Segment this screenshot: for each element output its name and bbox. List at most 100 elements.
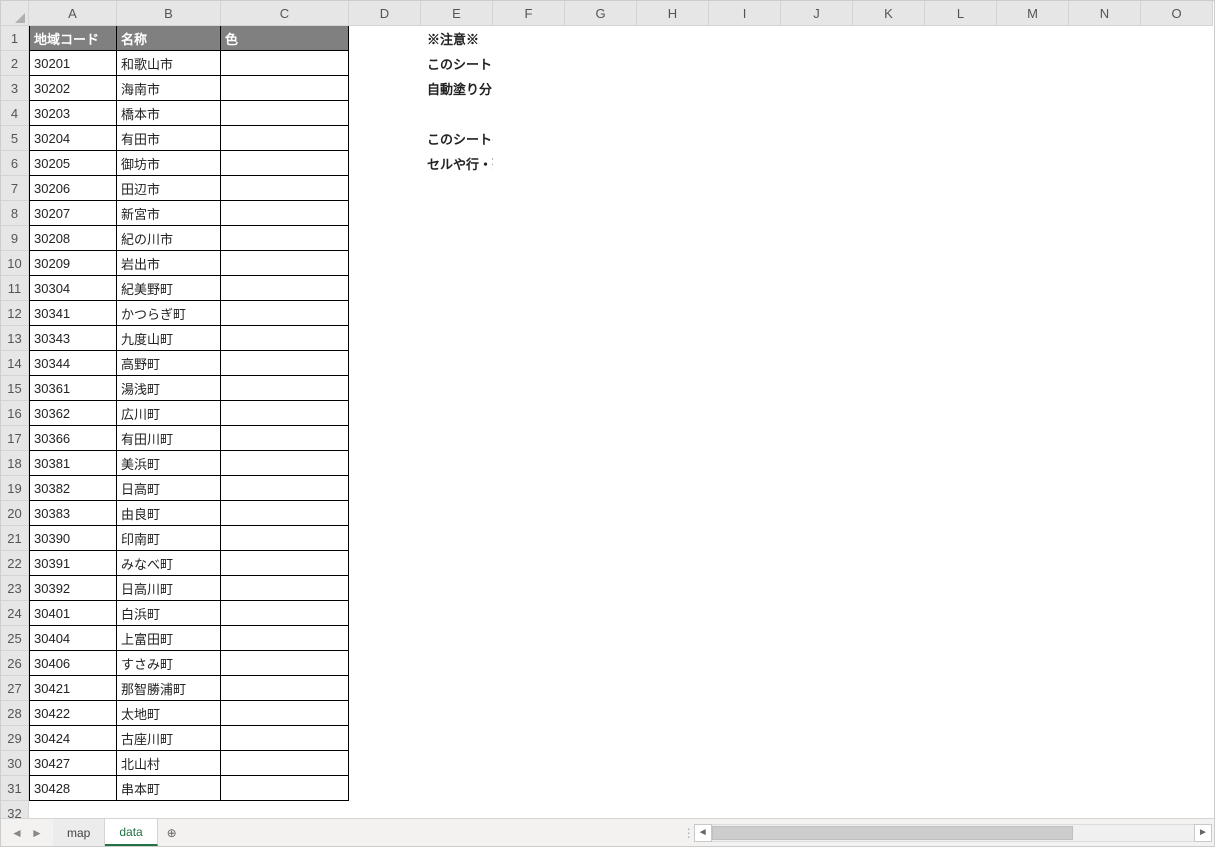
row-header-16[interactable]: 16 bbox=[1, 401, 29, 426]
cell-D25[interactable] bbox=[349, 626, 421, 651]
cell-K15[interactable] bbox=[853, 376, 925, 401]
cell-C11[interactable] bbox=[221, 276, 349, 301]
cell-E1[interactable]: ※注意※ bbox=[421, 26, 493, 51]
cell-L9[interactable] bbox=[925, 226, 997, 251]
cell-I20[interactable] bbox=[709, 501, 781, 526]
cell-B10[interactable]: 岩出市 bbox=[117, 251, 221, 276]
column-header-G[interactable]: G bbox=[565, 1, 637, 26]
cell-K29[interactable] bbox=[853, 726, 925, 751]
cell-G14[interactable] bbox=[565, 351, 637, 376]
cell-L6[interactable] bbox=[925, 151, 997, 176]
cell-D7[interactable] bbox=[349, 176, 421, 201]
row-header-25[interactable]: 25 bbox=[1, 626, 29, 651]
cell-H6[interactable] bbox=[637, 151, 709, 176]
cell-B15[interactable]: 湯浅町 bbox=[117, 376, 221, 401]
cell-E5[interactable]: このシートのセルを移動・追加・削除したり、行や列を追加・削除した場合、マクロが動… bbox=[421, 126, 493, 151]
row-header-26[interactable]: 26 bbox=[1, 651, 29, 676]
cell-J3[interactable] bbox=[781, 76, 853, 101]
cell-D9[interactable] bbox=[349, 226, 421, 251]
cell-N9[interactable] bbox=[1069, 226, 1141, 251]
row-header-5[interactable]: 5 bbox=[1, 126, 29, 151]
cell-A29[interactable]: 30424 bbox=[29, 726, 117, 751]
cell-J21[interactable] bbox=[781, 526, 853, 551]
cell-I21[interactable] bbox=[709, 526, 781, 551]
cell-M21[interactable] bbox=[997, 526, 1069, 551]
row-header-10[interactable]: 10 bbox=[1, 251, 29, 276]
cell-I24[interactable] bbox=[709, 601, 781, 626]
cell-L26[interactable] bbox=[925, 651, 997, 676]
cell-E28[interactable] bbox=[421, 701, 493, 726]
cell-E9[interactable] bbox=[421, 226, 493, 251]
cell-K1[interactable] bbox=[853, 26, 925, 51]
cell-F18[interactable] bbox=[493, 451, 565, 476]
cell-E29[interactable] bbox=[421, 726, 493, 751]
row-header-29[interactable]: 29 bbox=[1, 726, 29, 751]
cell-E16[interactable] bbox=[421, 401, 493, 426]
cell-I14[interactable] bbox=[709, 351, 781, 376]
cell-E8[interactable] bbox=[421, 201, 493, 226]
cell-D18[interactable] bbox=[349, 451, 421, 476]
cell-E12[interactable] bbox=[421, 301, 493, 326]
cell-M6[interactable] bbox=[997, 151, 1069, 176]
cell-F20[interactable] bbox=[493, 501, 565, 526]
cell-G3[interactable] bbox=[565, 76, 637, 101]
column-header-E[interactable]: E bbox=[421, 1, 493, 26]
cell-C16[interactable] bbox=[221, 401, 349, 426]
row-header-20[interactable]: 20 bbox=[1, 501, 29, 526]
cell-C28[interactable] bbox=[221, 701, 349, 726]
cell-K27[interactable] bbox=[853, 676, 925, 701]
cell-K6[interactable] bbox=[853, 151, 925, 176]
cell-K16[interactable] bbox=[853, 401, 925, 426]
cell-B16[interactable]: 広川町 bbox=[117, 401, 221, 426]
cell-E17[interactable] bbox=[421, 426, 493, 451]
cell-N31[interactable] bbox=[1069, 776, 1141, 801]
cell-D13[interactable] bbox=[349, 326, 421, 351]
sheet-tab-data[interactable]: data bbox=[105, 819, 157, 846]
cell-L19[interactable] bbox=[925, 476, 997, 501]
cell-E24[interactable] bbox=[421, 601, 493, 626]
cell-H17[interactable] bbox=[637, 426, 709, 451]
cell-K21[interactable] bbox=[853, 526, 925, 551]
cell-L30[interactable] bbox=[925, 751, 997, 776]
cell-H5[interactable] bbox=[637, 126, 709, 151]
cell-G16[interactable] bbox=[565, 401, 637, 426]
cell-D27[interactable] bbox=[349, 676, 421, 701]
cell-N27[interactable] bbox=[1069, 676, 1141, 701]
sheet-tab-map[interactable]: map bbox=[53, 819, 105, 846]
cell-H9[interactable] bbox=[637, 226, 709, 251]
cell-N22[interactable] bbox=[1069, 551, 1141, 576]
cell-N13[interactable] bbox=[1069, 326, 1141, 351]
cell-C26[interactable] bbox=[221, 651, 349, 676]
cell-G15[interactable] bbox=[565, 376, 637, 401]
cell-O32[interactable] bbox=[1141, 801, 1213, 818]
cell-B21[interactable]: 印南町 bbox=[117, 526, 221, 551]
cell-A11[interactable]: 30304 bbox=[29, 276, 117, 301]
row-header-22[interactable]: 22 bbox=[1, 551, 29, 576]
cell-C7[interactable] bbox=[221, 176, 349, 201]
cell-B30[interactable]: 北山村 bbox=[117, 751, 221, 776]
cell-G6[interactable] bbox=[565, 151, 637, 176]
cell-O20[interactable] bbox=[1141, 501, 1213, 526]
cell-C27[interactable] bbox=[221, 676, 349, 701]
cell-O22[interactable] bbox=[1141, 551, 1213, 576]
cell-D21[interactable] bbox=[349, 526, 421, 551]
cell-N2[interactable] bbox=[1069, 51, 1141, 76]
cell-K30[interactable] bbox=[853, 751, 925, 776]
cell-C12[interactable] bbox=[221, 301, 349, 326]
cell-K22[interactable] bbox=[853, 551, 925, 576]
cell-E13[interactable] bbox=[421, 326, 493, 351]
cell-O30[interactable] bbox=[1141, 751, 1213, 776]
cell-J17[interactable] bbox=[781, 426, 853, 451]
cell-G26[interactable] bbox=[565, 651, 637, 676]
cell-H22[interactable] bbox=[637, 551, 709, 576]
cell-K31[interactable] bbox=[853, 776, 925, 801]
cell-K26[interactable] bbox=[853, 651, 925, 676]
cell-I28[interactable] bbox=[709, 701, 781, 726]
cell-G24[interactable] bbox=[565, 601, 637, 626]
worksheet-grid[interactable]: ABCDEFGHIJKLMNO1地域コード名称色※注意※230201和歌山市この… bbox=[1, 1, 1214, 818]
cell-G13[interactable] bbox=[565, 326, 637, 351]
row-header-18[interactable]: 18 bbox=[1, 451, 29, 476]
cell-A22[interactable]: 30391 bbox=[29, 551, 117, 576]
cell-O18[interactable] bbox=[1141, 451, 1213, 476]
cell-N3[interactable] bbox=[1069, 76, 1141, 101]
